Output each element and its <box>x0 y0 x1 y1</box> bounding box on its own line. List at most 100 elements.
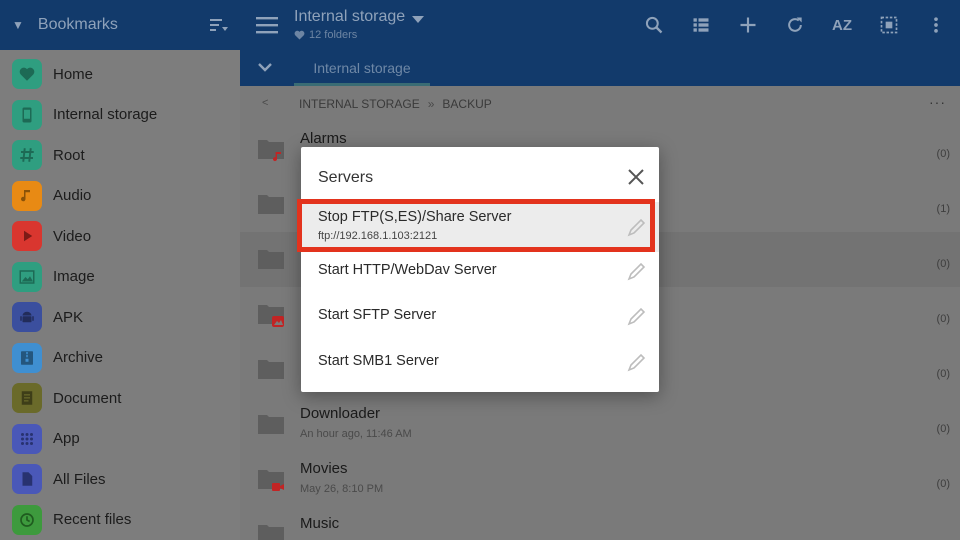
sort-icon[interactable] <box>210 18 228 32</box>
file-name: Movies <box>300 460 348 477</box>
image-icon <box>272 316 284 327</box>
clock-icon <box>12 504 42 535</box>
folder-icon <box>258 522 284 540</box>
sidebar-item-home[interactable]: Home <box>0 54 240 95</box>
folder-icon <box>258 192 284 214</box>
sidebar-item-root[interactable]: Root <box>0 135 240 176</box>
breadcrumb-path: INTERNAL STORAGE » BACKUP <box>299 97 492 111</box>
hash-icon <box>12 140 42 171</box>
hamburger-menu-icon[interactable] <box>256 16 278 34</box>
sidebar-item-label: APK <box>53 308 84 326</box>
tab-label: Internal storage <box>313 60 411 76</box>
server-item-smb1[interactable]: Start SMB1 Server <box>301 340 659 386</box>
server-label: Start SMB1 Server <box>318 353 439 369</box>
video-camera-icon <box>272 483 284 491</box>
sidebar-item-video[interactable]: Video <box>0 216 240 257</box>
heart-icon <box>294 30 305 40</box>
sidebar-item-image[interactable]: Image <box>0 257 240 298</box>
view-mode-icon[interactable] <box>689 13 713 37</box>
tab-internal-storage[interactable]: Internal storage <box>294 50 430 86</box>
folder-icon <box>258 412 284 434</box>
sidebar-item-recent-files[interactable]: Recent files <box>0 500 240 540</box>
server-item-http[interactable]: Start HTTP/WebDav Server <box>301 249 659 295</box>
file-count: (0) <box>936 148 950 160</box>
folder-icon <box>258 467 284 491</box>
select-all-icon[interactable] <box>877 13 901 37</box>
image-icon <box>12 261 42 292</box>
folder-icon <box>258 357 284 379</box>
folder-count: 12 folders <box>309 29 358 41</box>
folder-icon <box>258 247 284 269</box>
sidebar-item-apk[interactable]: APK <box>0 297 240 338</box>
list-item[interactable]: Movies May 26, 8:10 PM (0) <box>240 452 960 507</box>
sidebar-header[interactable]: ▼ Bookmarks <box>0 0 240 50</box>
sort-az-button[interactable]: AZ <box>830 13 854 37</box>
sidebar-title: Bookmarks <box>37 16 118 33</box>
refresh-icon[interactable] <box>783 13 807 37</box>
more-options-icon[interactable] <box>924 13 948 37</box>
sidebar-item-label: Home <box>53 65 94 83</box>
server-item-sftp[interactable]: Start SFTP Server <box>301 294 659 340</box>
music-icon <box>12 180 42 211</box>
search-icon[interactable] <box>642 13 666 37</box>
file-count: (0) <box>936 478 950 490</box>
sidebar-list: Home Internal storage Root Audio Video I… <box>0 50 240 540</box>
caret-down-icon: ▼ <box>12 18 24 32</box>
music-icon <box>273 152 281 162</box>
sidebar-item-archive[interactable]: Archive <box>0 338 240 379</box>
sidebar-item-label: All Files <box>53 470 106 488</box>
sidebar-item-label: Document <box>53 389 122 407</box>
sidebar-item-internal-storage[interactable]: Internal storage <box>0 95 240 136</box>
breadcrumb-back-button[interactable]: < <box>262 97 268 109</box>
file-name: Downloader <box>300 405 381 422</box>
file-count: (0) <box>936 368 950 380</box>
grid-icon <box>12 423 42 454</box>
file-name: Alarms <box>300 130 347 147</box>
pencil-edit-icon[interactable] <box>627 352 647 372</box>
sidebar-item-label: Archive <box>53 349 104 367</box>
file-count: (0) <box>936 258 950 270</box>
sidebar-item-label: Root <box>53 146 85 164</box>
pencil-edit-icon[interactable] <box>627 306 647 326</box>
sidebar-item-label: Internal storage <box>53 106 158 124</box>
server-label: Start SFTP Server <box>318 307 437 323</box>
file-count: (0) <box>936 423 950 435</box>
file-icon <box>12 464 42 495</box>
location-subtitle: 12 folders <box>294 29 357 41</box>
sidebar-item-label: Recent files <box>53 511 132 529</box>
tab-strip: Internal storage <box>240 50 960 86</box>
file-name: Music <box>300 515 340 532</box>
close-icon[interactable] <box>627 168 645 186</box>
list-item[interactable]: Downloader An hour ago, 11:46 AM (0) <box>240 397 960 452</box>
phone-icon <box>12 99 42 130</box>
sidebar-item-document[interactable]: Document <box>0 378 240 419</box>
list-item[interactable]: Music <box>240 507 960 540</box>
chevron-down-icon[interactable] <box>258 62 272 72</box>
android-icon <box>12 302 42 333</box>
sidebar-item-app[interactable]: App <box>0 419 240 460</box>
breadcrumb-more-button[interactable]: ··· <box>929 94 946 110</box>
archive-icon <box>12 342 42 373</box>
heart-icon <box>12 59 42 90</box>
file-meta: An hour ago, 11:46 AM <box>300 428 412 440</box>
sidebar: ▼ Bookmarks Home Internal storage Root A… <box>0 0 240 540</box>
sidebar-item-label: Video <box>53 227 92 245</box>
file-count: (1) <box>936 203 950 215</box>
breadcrumb-separator: » <box>427 97 435 111</box>
servers-dialog: Servers Stop FTP(S,ES)/Share Server ftp:… <box>301 147 659 392</box>
top-app-bar: Internal storage 12 folders AZ <box>240 0 960 50</box>
sidebar-item-audio[interactable]: Audio <box>0 176 240 217</box>
document-icon <box>12 383 42 414</box>
location-title[interactable]: Internal storage <box>294 8 405 26</box>
breadcrumb: < INTERNAL STORAGE » BACKUP ··· <box>240 86 960 122</box>
breadcrumb-item-internal-storage[interactable]: INTERNAL STORAGE <box>299 97 420 111</box>
play-icon <box>12 221 42 252</box>
pencil-edit-icon[interactable] <box>627 261 647 281</box>
breadcrumb-item-backup[interactable]: BACKUP <box>442 97 491 111</box>
file-meta: May 26, 8:10 PM <box>300 483 384 495</box>
dropdown-caret-icon[interactable] <box>412 14 424 24</box>
sidebar-item-label: App <box>53 430 80 448</box>
sidebar-item-all-files[interactable]: All Files <box>0 459 240 500</box>
folder-icon <box>258 137 284 162</box>
add-icon[interactable] <box>736 13 760 37</box>
